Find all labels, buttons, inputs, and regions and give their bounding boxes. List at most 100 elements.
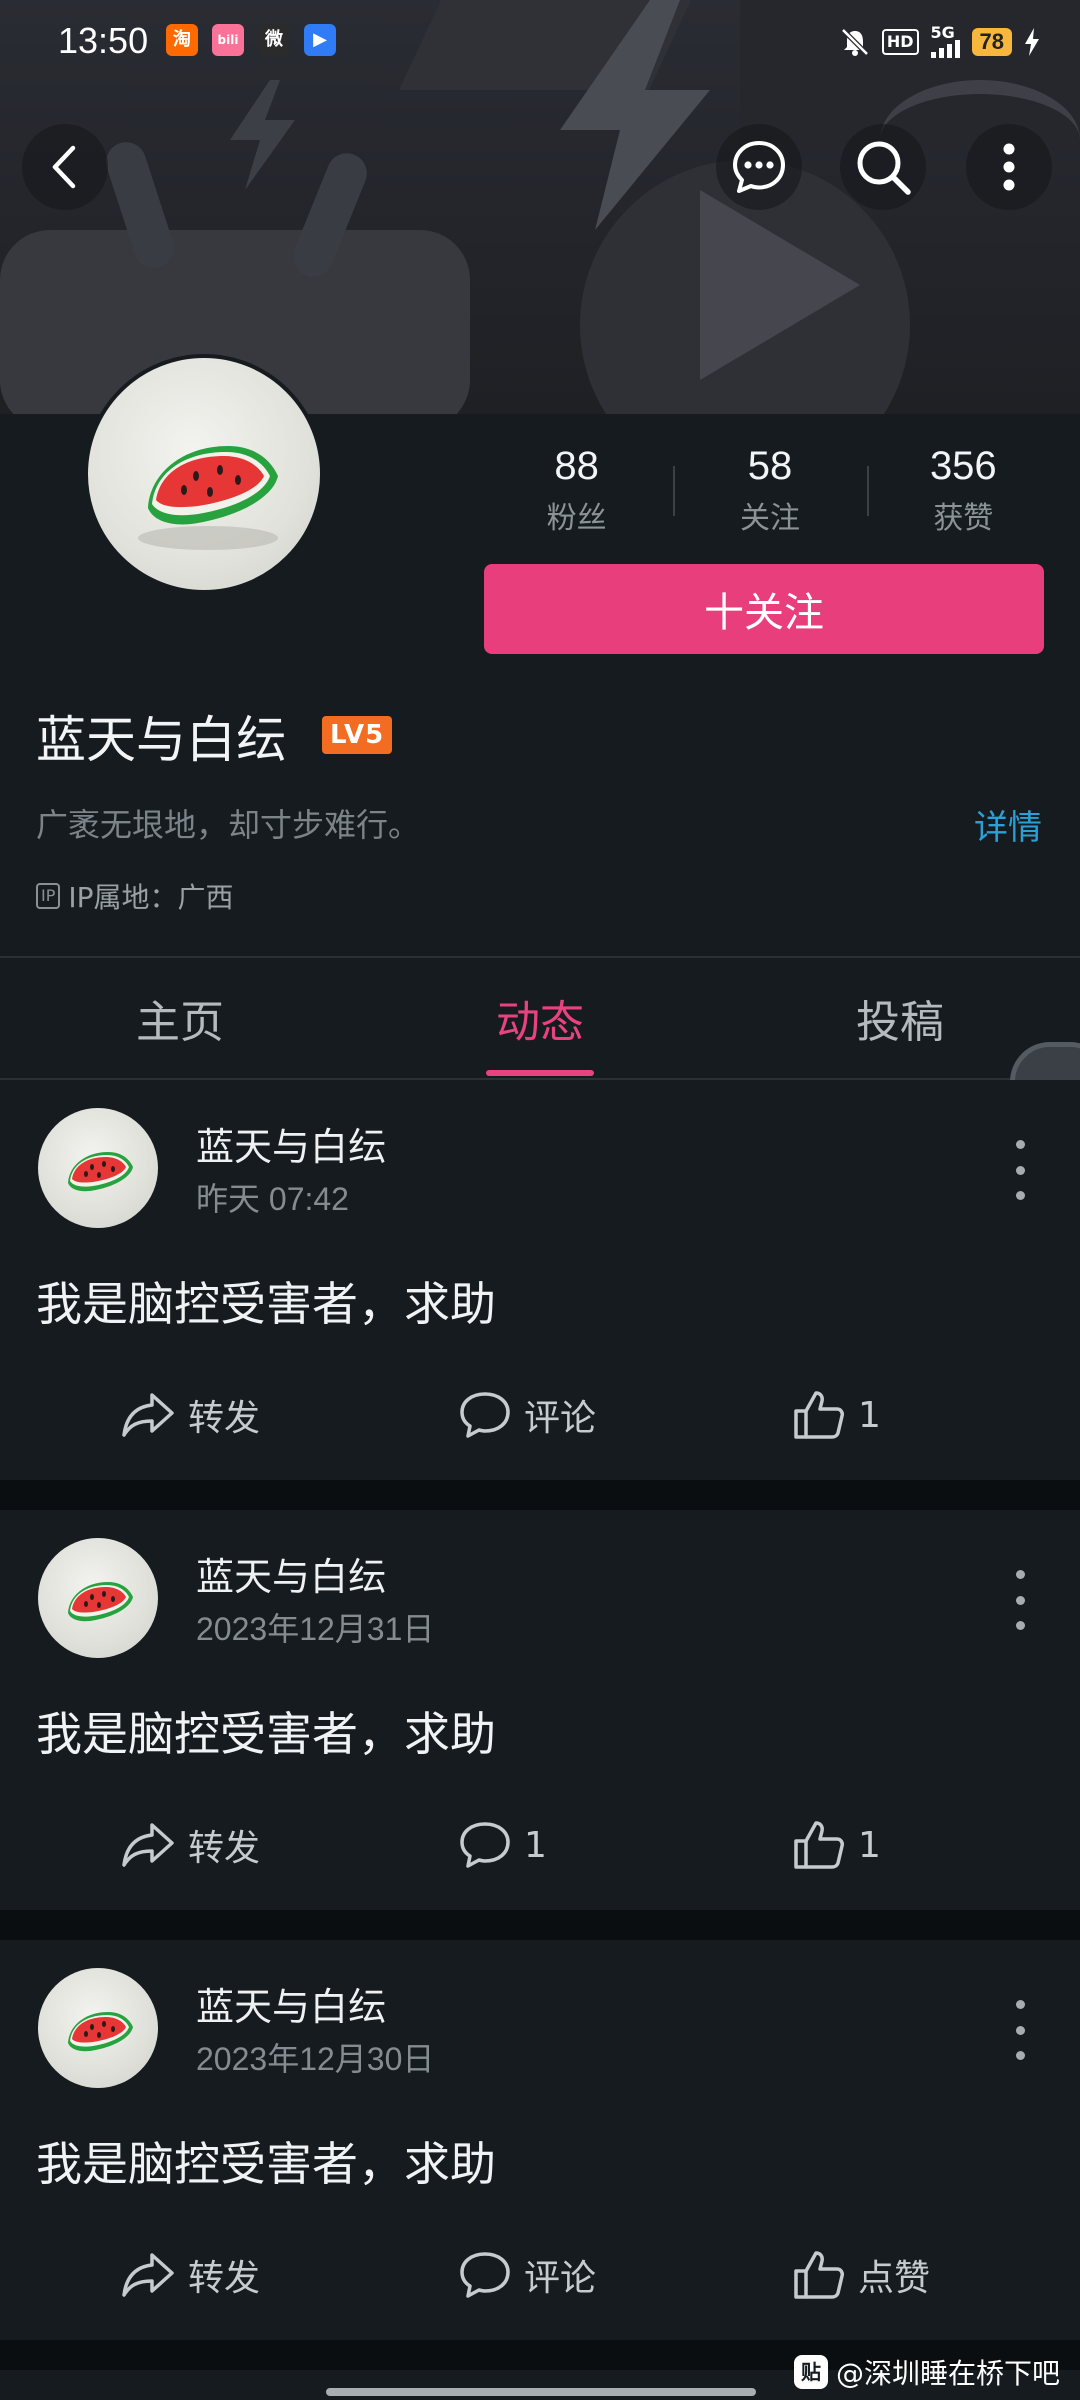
like-label: 点赞 [858,2258,931,2299]
profile-name: 蓝天与白纭 [36,711,286,769]
profile-bio: 广袤无垠地，却寸步难行。 [36,806,421,844]
chevron-left-icon [52,145,76,189]
like-count: 1 [858,1394,881,1436]
post-author[interactable]: 蓝天与白纭 [196,1116,386,1171]
share-icon [122,1823,174,1867]
message-button[interactable] [716,124,802,210]
search-icon [857,141,911,195]
more-vertical-icon [1003,143,1015,191]
watermelon-avatar-image [138,446,278,550]
stat-label: 获赞 [933,500,994,536]
watermark: 贴 @深圳睡在桥下吧 [793,2352,1060,2392]
post-more-button[interactable] [1008,1570,1032,1630]
stat-value: 88 [554,443,599,488]
post-time: 2023年12月31日 [196,1611,435,1647]
home-indicator[interactable] [326,2388,756,2396]
post-card[interactable]: 蓝天与白纭 2023年12月31日 我是脑控受害者，求助 转发 1 1 [0,1510,1080,1910]
feed-divider [0,1480,1080,1510]
wechat-app-icon: 微 [258,24,290,56]
stat-likes[interactable]: 356 获赞 [866,443,1060,537]
comment-icon [460,1822,510,1868]
bilibili-app-icon: bili [212,24,244,56]
comment-button[interactable]: 1 [458,1800,547,1890]
watermark-text: @深圳睡在桥下吧 [835,2357,1060,2390]
like-button[interactable]: 点赞 [792,2230,930,2320]
share-button[interactable]: 转发 [120,1800,260,1890]
post-more-button[interactable] [1008,1140,1032,1200]
post-text[interactable]: 我是脑控受害者，求助 [36,1268,496,1334]
share-label: 转发 [188,1828,261,1869]
profile-tabs: 主页 动态 投稿 [0,956,1080,1080]
stat-label: 粉丝 [546,500,607,536]
status-time: 13:50 [58,20,149,61]
feed-divider [0,1910,1080,1940]
post-card[interactable]: 蓝天与白纭 2023年12月30日 我是脑控受害者，求助 转发 评论 点赞 [0,1940,1080,2340]
ip-icon: IP [36,883,61,909]
comment-button[interactable]: 评论 [458,2230,596,2320]
tab-home[interactable]: 主页 [0,958,360,1078]
share-label: 转发 [188,2258,261,2299]
share-button[interactable]: 转发 [120,1370,260,1460]
stat-value: 58 [747,443,793,488]
post-actions: 转发 1 1 [0,1800,1080,1890]
watermelon-avatar-image [68,1152,133,1192]
chat-bubble-icon [733,141,785,193]
like-button[interactable]: 1 [792,1800,881,1890]
post-avatar[interactable] [38,1538,158,1658]
thumbs-up-icon [794,2251,844,2299]
tieba-icon: 贴 [793,2355,828,2389]
comment-label: 评论 [524,1398,597,1439]
share-icon [122,1393,174,1437]
stat-following[interactable]: 58 关注 [673,444,866,537]
share-label: 转发 [188,1398,261,1439]
ip-location-text: IP属地：广西 [68,881,234,914]
profile-stats: 88 粉丝 58 关注 356 获赞 [480,440,1060,540]
post-text[interactable]: 我是脑控受害者，求助 [36,1698,496,1764]
post-time: 2023年12月30日 [196,2041,435,2077]
post-card[interactable]: 蓝天与白纭 昨天 07:42 我是脑控受害者，求助 转发 评论 1 [0,1080,1080,1480]
like-count: 1 [858,1824,881,1866]
post-time: 昨天 07:42 [196,1181,349,1217]
battery-level: 78 [971,28,1012,56]
post-avatar[interactable] [38,1968,158,2088]
taobao-app-icon: 淘 [166,24,198,56]
signal-icon [930,40,960,58]
comment-count: 1 [524,1824,547,1866]
comment-button[interactable]: 评论 [458,1370,596,1460]
post-author[interactable]: 蓝天与白纭 [196,1976,386,2031]
thumbs-up-icon [794,1391,844,1439]
stat-label: 关注 [739,500,800,536]
comment-icon [460,1392,510,1438]
post-avatar[interactable] [38,1108,158,1228]
video-app-icon: ▶ [304,24,336,56]
thumbs-up-icon [794,1821,844,1869]
watermelon-avatar-image [68,2012,133,2052]
ip-location: IP IP属地：广西 [36,876,234,916]
comment-label: 评论 [524,2258,597,2299]
status-icons: HD 5G 78 [840,22,1040,62]
follow-button[interactable]: 十关注 [484,564,1044,654]
share-button[interactable]: 转发 [120,2230,260,2320]
watermelon-avatar-image [68,1582,133,1622]
stat-fans[interactable]: 88 粉丝 [480,444,673,537]
post-actions: 转发 评论 点赞 [0,2230,1080,2320]
like-button[interactable]: 1 [792,1370,881,1460]
post-text[interactable]: 我是脑控受害者，求助 [36,2128,496,2194]
charging-icon [1025,28,1039,56]
post-actions: 转发 评论 1 [0,1370,1080,1460]
post-more-button[interactable] [1008,2000,1032,2060]
details-link[interactable]: 详情 [974,800,1042,849]
tab-dynamics[interactable]: 动态 [360,958,720,1078]
search-button[interactable] [840,124,926,210]
avatar[interactable] [84,354,324,594]
bell-muted-icon [841,28,869,56]
post-feed: 蓝天与白纭 昨天 07:42 我是脑控受害者，求助 转发 评论 1 蓝天与白纭 … [0,1080,1080,2370]
share-icon [122,2253,174,2297]
more-options-button[interactable] [966,124,1052,210]
level-badge: LV5 [322,716,393,754]
stat-value: 356 [929,443,997,488]
hd-badge: HD [881,29,919,55]
post-author[interactable]: 蓝天与白纭 [196,1546,386,1601]
network-label: 5G [930,23,955,42]
back-button[interactable] [22,124,108,210]
